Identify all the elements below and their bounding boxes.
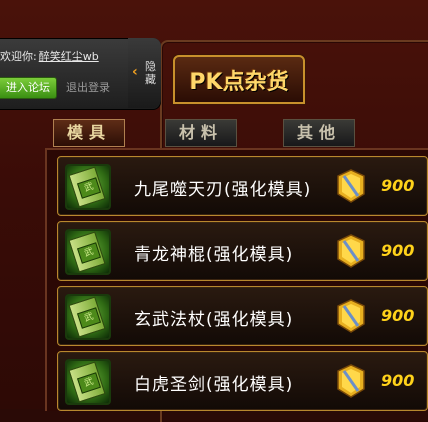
item-list: 武 九尾噬天刃(强化模具) 900 武 青龙神棍(强化模具) 900 武 玄武法… <box>45 148 428 411</box>
username-link[interactable]: 醉笑红尘wb <box>39 50 99 63</box>
shop-title-tab: PK点杂货 <box>173 55 305 104</box>
item-price: 900 <box>381 306 415 325</box>
green-scroll-icon: 武 <box>65 294 111 340</box>
tab-materials[interactable]: 材料 <box>165 119 237 147</box>
list-item[interactable]: 武 青龙神棍(强化模具) 900 <box>57 221 428 281</box>
gold-token-icon <box>337 234 365 268</box>
enter-forum-button[interactable]: 进入论坛 <box>0 77 57 99</box>
welcome-label: 欢迎你: <box>0 50 37 63</box>
welcome-row: 欢迎你: 醉笑红尘wb <box>0 48 99 64</box>
game-window: 欢迎你: 醉笑红尘wb 进入论坛 退出登录 ‹ 隐藏 PK点杂货 模具 材料 其他… <box>0 0 428 422</box>
shop-title: PK点杂货 <box>189 70 289 95</box>
chevron-left-icon: ‹ <box>132 64 138 80</box>
list-item[interactable]: 武 九尾噬天刃(强化模具) 900 <box>57 156 428 216</box>
green-scroll-icon: 武 <box>65 359 111 405</box>
tab-other[interactable]: 其他 <box>283 119 355 147</box>
item-name: 青龙神棍(强化模具) <box>134 245 294 265</box>
item-name: 九尾噬天刃(强化模具) <box>134 180 312 200</box>
item-name: 玄武法杖(强化模具) <box>134 310 294 330</box>
tab-molds[interactable]: 模具 <box>53 119 125 147</box>
hide-panel-button[interactable]: ‹ 隐藏 <box>128 38 161 108</box>
green-scroll-icon: 武 <box>65 164 111 210</box>
green-scroll-icon: 武 <box>65 229 111 275</box>
hide-label: 隐藏 <box>145 60 156 86</box>
list-item[interactable]: 武 白虎圣剑(强化模具) 900 <box>57 351 428 411</box>
item-price: 900 <box>381 176 415 195</box>
gold-token-icon <box>337 364 365 398</box>
gold-token-icon <box>337 169 365 203</box>
list-item[interactable]: 武 玄武法杖(强化模具) 900 <box>57 286 428 346</box>
gold-token-icon <box>337 299 365 333</box>
item-price: 900 <box>381 241 415 260</box>
logout-link[interactable]: 退出登录 <box>66 79 110 95</box>
item-price: 900 <box>381 371 415 390</box>
item-name: 白虎圣剑(强化模具) <box>134 375 294 395</box>
